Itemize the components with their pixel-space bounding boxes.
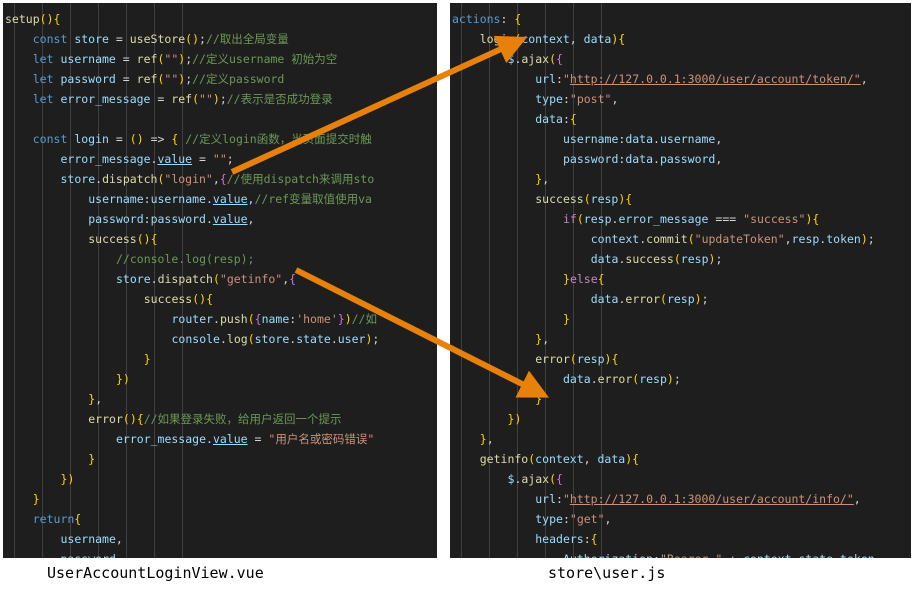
code-line: data.error(resp); [590, 292, 709, 306]
caption-right-file-name: store\user.js [548, 564, 666, 582]
code-line: console.log(store.state.user); [171, 332, 380, 346]
code-line: url:"http://127.0.0.1:3000/user/account/… [535, 492, 861, 506]
code-content-left: setup(){ const store = useStore();//取出全局… [3, 3, 437, 558]
code-line: }, [479, 432, 494, 446]
code-line: }) [116, 372, 130, 386]
code-line: store.dispatch("login",{//使用dispatch来调用s… [60, 172, 375, 186]
code-line: $.ajax({ [507, 52, 563, 66]
code-line: password:password.value, [88, 212, 255, 226]
code-line: context.commit("updateToken",resp.token)… [590, 232, 875, 246]
screenshot-root: setup(){ const store = useStore();//取出全局… [0, 0, 919, 594]
code-line: }, [535, 172, 550, 186]
code-line: $.ajax({ [507, 472, 563, 486]
code-line: let error_message = ref("");//表示是否成功登录 [32, 92, 333, 106]
code-line: error(){//如果登录失败，给用户返回一个提示 [88, 412, 342, 426]
code-line: }) [507, 412, 522, 426]
code-line: let password = ref("");//定义password [32, 72, 285, 86]
code-line: } [143, 352, 151, 366]
code-line: error_message.value = ""; [60, 152, 234, 166]
code-line: password, [5, 549, 437, 558]
code-line: username:data.username, [563, 132, 723, 146]
code-line: //console.log(resp); [116, 252, 255, 266]
code-line: } [535, 392, 543, 406]
code-line: data.success(resp); [590, 252, 723, 266]
code-line: success(){ [143, 292, 214, 306]
code-line: url:"http://127.0.0.1:3000/user/account/… [535, 72, 868, 86]
code-line: }else{ [563, 272, 605, 286]
caption-left-file-name: UserAccountLoginView.vue [47, 564, 264, 582]
code-line: return{ [32, 512, 82, 526]
code-line: } [88, 452, 96, 466]
code-line: error(resp){ [535, 352, 619, 366]
code-line: }) [60, 472, 75, 486]
code-line: let username = ref("");//定义username 初始为空 [32, 52, 338, 66]
code-line: const store = useStore();//取出全局变量 [32, 32, 289, 46]
code-line: }, [535, 332, 550, 346]
code-line: data:{ [535, 112, 577, 126]
code-line: actions: { [452, 12, 522, 26]
code-line: error_message.value = "用户名或密码错误" [116, 432, 375, 446]
code-line: password:data.password, [563, 152, 723, 166]
code-line: success(){ [88, 232, 158, 246]
code-line: }, [88, 392, 103, 406]
code-line: data.error(resp); [563, 372, 681, 386]
code-line: login(context, data){ [479, 32, 626, 46]
code-line: } [32, 492, 40, 506]
code-line: username, [60, 532, 123, 546]
code-line: } [563, 312, 570, 326]
code-line: store.dispatch("getinfo",{ [116, 272, 297, 286]
code-line: Authorization:"Bearer " + context.state.… [452, 549, 911, 558]
code-panel-user-account-login-view[interactable]: setup(){ const store = useStore();//取出全局… [3, 3, 437, 558]
code-line: success(resp){ [535, 192, 633, 206]
code-content-right: actions: { login(context, data){ $.ajax(… [450, 3, 911, 558]
code-line: type:"post", [535, 92, 619, 106]
code-panel-store-user-js[interactable]: actions: { login(context, data){ $.ajax(… [450, 3, 911, 558]
code-line: setup(){ [5, 12, 61, 26]
code-line: router.push({name:'home'})//如 [171, 312, 377, 326]
code-line: type:"get", [535, 512, 612, 526]
code-line: getinfo(context, data){ [479, 452, 640, 466]
code-line: headers:{ [535, 532, 598, 546]
code-line: const login = () => { //定义login函数，当页面提交时… [32, 132, 372, 146]
code-line: username:username.value,//ref变量取值使用va [88, 192, 372, 206]
code-line: if(resp.error_message === "success"){ [563, 212, 820, 226]
